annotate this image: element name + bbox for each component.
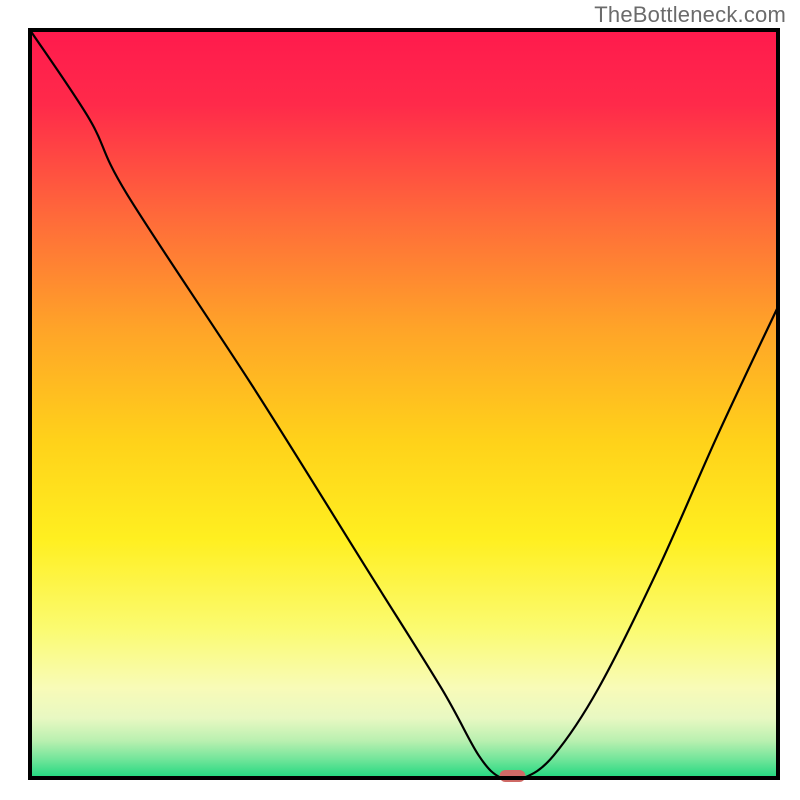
watermark-text: TheBottleneck.com [594, 2, 786, 28]
gradient-background [30, 30, 778, 778]
bottleneck-chart [0, 0, 800, 800]
chart-stage: TheBottleneck.com [0, 0, 800, 800]
